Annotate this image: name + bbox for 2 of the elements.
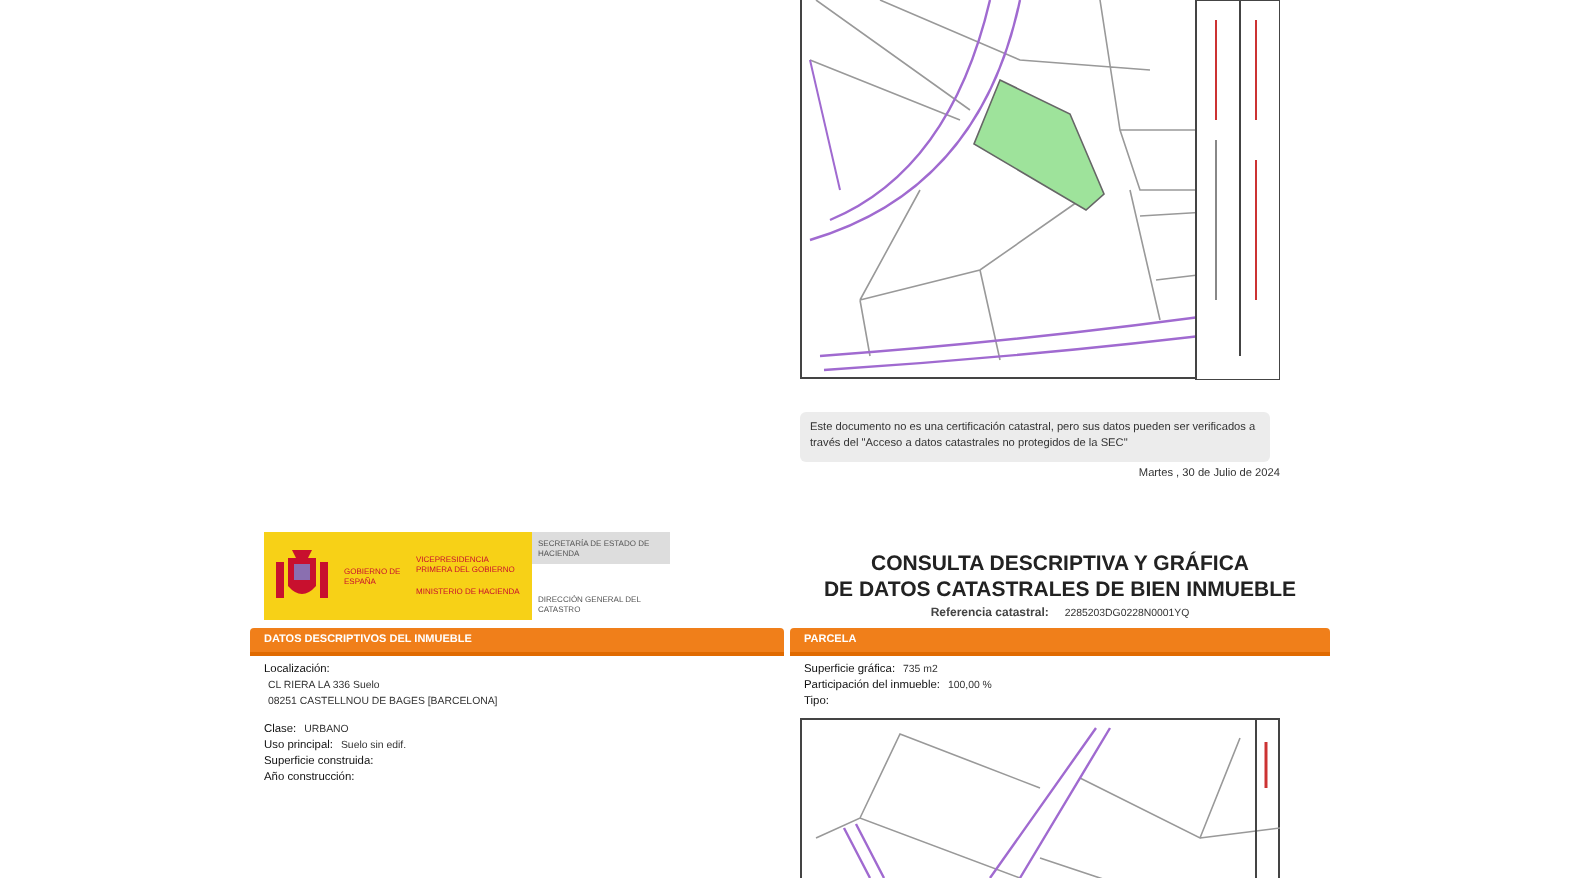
document-title: DE DATOS CATASTRALES DE BIEN INMUEBLE xyxy=(823,577,1297,604)
document-title: CONSULTA DESCRIPTIVA Y GRÁFICA xyxy=(870,551,1249,578)
